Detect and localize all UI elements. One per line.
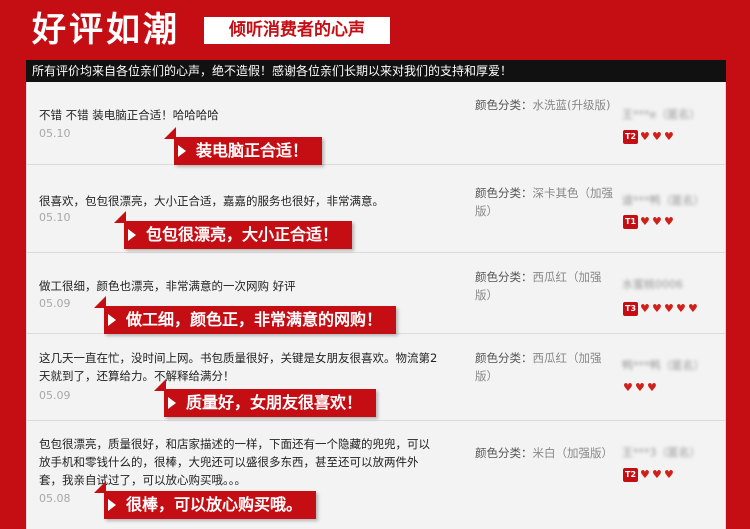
color-category: 颜色分类：深卡其色（加强版） (475, 184, 615, 220)
reviewer-name: 道***鸭（匿名） (622, 194, 705, 207)
page-title: 好评如潮 (32, 10, 180, 50)
level-badge: T3 (623, 301, 638, 316)
review-date: 05.09 (39, 297, 71, 310)
review-date: 05.10 (39, 127, 71, 140)
review-comment: 做工很细，颜色也漂亮，非常满意的一次网购 好评 (39, 279, 296, 293)
review-row: 很喜欢，包包很漂亮，大小正合适，嘉嘉的服务也很好，非常满意。 05.10 包包很… (27, 166, 725, 253)
color-category: 颜色分类：米白（加强版） (475, 444, 615, 462)
heart-icon: ♥ (664, 302, 674, 315)
color-category: 颜色分类：西瓜红（加强版） (475, 349, 615, 385)
review-date: 05.10 (39, 211, 71, 224)
color-category-value: 水洗蓝(升级版) (532, 98, 611, 112)
review-comment: 很喜欢，包包很漂亮，大小正合适，嘉嘉的服务也很好，非常满意。 (39, 194, 384, 208)
review-highlight: 装电脑正合适！ (163, 127, 323, 165)
review-comment: 这几天一直在忙，没时间上网。书包质量很好，关键是女朋友很喜欢。物流第2天就到了，… (39, 351, 438, 383)
reviewer-name: 鸭***鸭（匿名） (622, 359, 705, 372)
color-category-label: 颜色分类： (475, 351, 533, 365)
color-category: 颜色分类：水洗蓝(升级版) (475, 96, 615, 114)
reviewer-badges: ♥ ♥ ♥ (623, 377, 659, 394)
reviews-panel: 不错 不错 装电脑正合适！哈哈哈哈 05.10 装电脑正合适！ 颜色分类：水洗蓝… (26, 82, 726, 529)
heart-icon: ♥ (640, 468, 650, 481)
heart-icon: ♥ (652, 302, 662, 315)
heart-icon: ♥ (652, 215, 662, 228)
review-date: 05.09 (39, 389, 71, 402)
heart-icon: ♥ (688, 302, 698, 315)
notice-bar: 所有评价均来自各位亲们的心声，绝不造假！感谢各位亲们长期以来对我们的支持和厚爱！ (26, 60, 726, 82)
reviewer-badges: T2 ♥ ♥ ♥ (623, 464, 676, 482)
review-comment: 不错 不错 装电脑正合适！哈哈哈哈 (39, 108, 219, 122)
heart-icon: ♥ (664, 215, 674, 228)
reviewer-badges: T3 ♥ ♥ ♥ ♥ ♥ (623, 298, 700, 316)
review-highlight: 很棒，可以放心购买哦。 (93, 481, 317, 519)
reviewer-name: 水蜜桃0006 (622, 278, 683, 291)
heart-icon: ♥ (623, 381, 633, 394)
heart-icon: ♥ (635, 381, 645, 394)
review-highlight: 包包很漂亮，大小正合适！ (113, 211, 353, 249)
reviewer-badges: T2 ♥ ♥ ♥ (623, 126, 676, 144)
review-row: 不错 不错 装电脑正合适！哈哈哈哈 05.10 装电脑正合适！ 颜色分类：水洗蓝… (27, 82, 725, 165)
level-badge: T1 (623, 214, 638, 229)
heart-icon: ♥ (640, 302, 650, 315)
color-category-value: 米白（加强版） (532, 446, 614, 460)
heart-icon: ♥ (664, 130, 674, 143)
review-row: 做工很细，颜色也漂亮，非常满意的一次网购 好评 05.09 做工细，颜色正，非常… (27, 254, 725, 334)
heart-icon: ♥ (676, 302, 686, 315)
color-category-label: 颜色分类： (475, 270, 533, 284)
color-category-label: 颜色分类： (475, 446, 533, 460)
heart-icon: ♥ (652, 130, 662, 143)
reviewer-badges: T1 ♥ ♥ ♥ (623, 211, 676, 229)
heart-icon: ♥ (647, 381, 657, 394)
review-row: 这几天一直在忙，没时间上网。书包质量很好，关键是女朋友很喜欢。物流第2天就到了，… (27, 335, 725, 421)
level-badge: T2 (623, 129, 638, 144)
review-highlight: 质量好，女朋友很喜欢！ (153, 379, 377, 417)
page-subtitle: 倾听消费者的心声 (204, 17, 390, 44)
heart-icon: ♥ (640, 215, 650, 228)
heart-icon: ♥ (664, 468, 674, 481)
heart-icon: ♥ (640, 130, 650, 143)
review-date: 05.08 (39, 492, 71, 505)
reviewer-name: 王***e（匿名） (622, 108, 701, 121)
review-row: 包包很漂亮，质量很好，和店家描述的一样，下面还有一个隐藏的兜兜，可以放手机和零钱… (27, 422, 725, 529)
review-highlight: 做工细，颜色正，非常满意的网购！ (93, 296, 397, 334)
color-category-label: 颜色分类： (475, 98, 533, 112)
color-category: 颜色分类：西瓜红（加强版） (475, 268, 615, 304)
level-badge: T2 (623, 467, 638, 482)
color-category-label: 颜色分类： (475, 186, 533, 200)
reviewer-name: 王***3（匿名） (622, 446, 701, 459)
heart-icon: ♥ (652, 468, 662, 481)
